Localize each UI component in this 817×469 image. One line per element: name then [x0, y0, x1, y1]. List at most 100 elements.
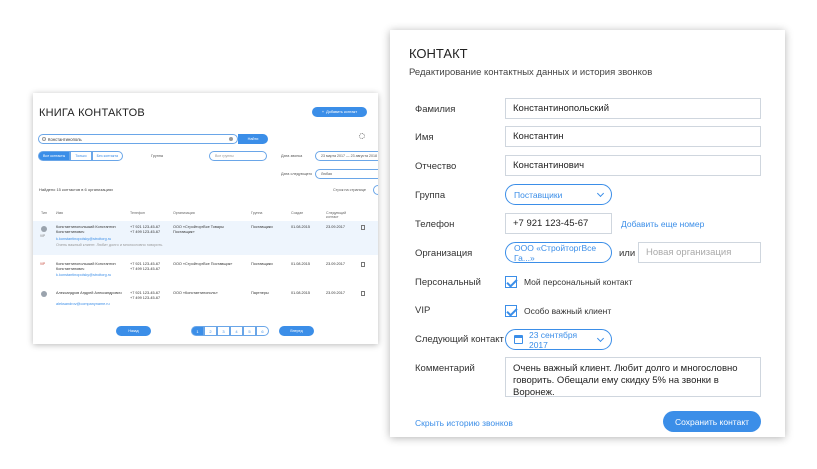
next-contact-date: 23 сентября 2017: [514, 330, 598, 350]
found-count: Найдено 15 контактов в 6 организациях: [39, 187, 114, 192]
row-created: 01.08.2015: [291, 291, 311, 295]
row-name: Константинопольский Константин Константи…: [56, 262, 116, 271]
date-next-label: Дата следующего: [281, 172, 313, 176]
date-next-select[interactable]: Любая: [315, 169, 378, 179]
table-row[interactable]: VIP Константинопольский Константин Конст…: [33, 260, 378, 284]
contact-filter-segments: Все контакты Только Без контакта: [38, 151, 123, 161]
add-contact-button[interactable]: + Добавить контакт: [312, 107, 367, 117]
next-contact-label: Следующий контакт: [415, 334, 504, 345]
page-5[interactable]: 5: [243, 326, 256, 336]
row-org: ООО «СтройторгВсе Товары Поставщик»: [173, 225, 224, 234]
row-org: ООО «Константинополь»: [173, 291, 218, 295]
table-row[interactable]: Александров Андрей Александрович aleksan…: [33, 289, 378, 313]
group-filter-label: Группа: [151, 154, 164, 158]
add-phone-link[interactable]: Добавить еще номер: [621, 219, 704, 229]
gear-icon[interactable]: [359, 133, 365, 139]
row-group: Поставщики: [251, 262, 273, 266]
personal-checkbox[interactable]: [505, 276, 517, 288]
page-1[interactable]: 1: [191, 326, 204, 336]
surname-label: Фамилия: [415, 104, 456, 115]
search-input[interactable]: Константинополь: [38, 134, 238, 144]
phone-label: Телефон: [415, 219, 455, 230]
name-label: Имя: [415, 132, 434, 143]
row-name: Константинопольский Константин Константи…: [56, 225, 116, 234]
segment-only[interactable]: Только: [70, 151, 92, 161]
form-subtitle: Редактирование контактных данных и истор…: [409, 67, 653, 78]
row-next: 23.09.2017: [326, 262, 346, 266]
org-select[interactable]: ООО «СтройторгВсе Га...»: [505, 242, 612, 263]
col-name: Имя: [56, 211, 63, 215]
find-button[interactable]: Найти: [238, 134, 268, 144]
org-label: Организация: [415, 248, 473, 259]
segment-all[interactable]: Все контакты: [38, 151, 71, 161]
row-phone2: +7 499 123-45-67: [130, 230, 161, 234]
date-next-value: Любая: [321, 172, 332, 176]
next-page-button[interactable]: Вперед: [279, 326, 314, 336]
row-created: 01.08.2015: [291, 262, 311, 266]
avatar-icon: [41, 291, 47, 297]
vip-checkbox[interactable]: [505, 305, 517, 317]
personal-checkbox-label: Мой персональный контакт: [524, 277, 633, 287]
group-select[interactable]: Поставщики: [505, 184, 612, 205]
org-value: ООО «СтройторгВсе Га...»: [514, 242, 597, 263]
hide-history-link[interactable]: Скрыть историю звонков: [415, 418, 513, 428]
col-org: Организация: [173, 211, 195, 215]
chevron-down-icon: [596, 189, 605, 197]
group-filter-value: Все группы: [215, 154, 234, 158]
add-contact-label: Добавить контакт: [326, 110, 358, 114]
next-contact-value: 23 сентября 2017: [528, 329, 578, 350]
search-icon: [42, 137, 46, 141]
page-6[interactable]: 6: [256, 326, 269, 336]
comment-field[interactable]: Очень важный клиент. Любит долго и много…: [505, 357, 761, 398]
row-group: Поставщики: [251, 225, 273, 229]
col-created: Создан: [291, 211, 304, 215]
search-value: Константинополь: [48, 136, 82, 142]
date-call-select[interactable]: 23 марта 2017 — 23 августа 2018: [315, 151, 378, 161]
row-name: Александров Андрей Александрович: [56, 291, 122, 295]
trash-icon[interactable]: [361, 225, 365, 230]
row-phone2: +7 499 123-45-67: [130, 267, 161, 271]
per-page-select[interactable]: 10: [373, 185, 378, 195]
avatar-icon: [41, 226, 47, 232]
per-page-label: Строк на странице: [333, 188, 367, 192]
page-2[interactable]: 2: [204, 326, 217, 336]
row-next: 23.09.2017: [326, 225, 346, 229]
surname-field[interactable]: Константинопольский: [505, 98, 761, 119]
or-text: или: [619, 248, 636, 259]
date-call-value: 23 марта 2017 — 23 августа 2018: [321, 154, 377, 158]
clear-search-icon[interactable]: [229, 137, 233, 141]
page-3[interactable]: 3: [217, 326, 230, 336]
group-filter-select[interactable]: Все группы: [209, 151, 267, 161]
row-org: ООО «СтройторгВсе Поставщик»: [173, 262, 233, 266]
col-group: Группа: [251, 211, 263, 215]
table-row[interactable]: VIP Константинопольский Константин Конст…: [33, 221, 378, 255]
date-call-label: Дата звонка: [281, 154, 303, 158]
segment-without[interactable]: Без контакта: [91, 151, 123, 161]
trash-icon[interactable]: [361, 262, 365, 267]
form-title: КОНТАКТ: [409, 46, 468, 61]
row-phone2: +7 499 123-45-67: [130, 296, 161, 300]
save-contact-button[interactable]: Сохранить контакт: [663, 411, 761, 432]
patronymic-field[interactable]: Константинович: [505, 155, 761, 176]
row-created: 01.08.2015: [291, 225, 311, 229]
contact-form-panel: КОНТАКТ Редактирование контактных данных…: [390, 30, 785, 437]
row-email[interactable]: k.konstantinopolsky@stroitorg.ru: [56, 273, 111, 278]
trash-icon[interactable]: [361, 291, 365, 296]
vip-checkbox-label: Особо важный клиент: [524, 306, 612, 316]
contact-book-panel: КНИГА КОНТАКТОВ + Добавить контакт Конст…: [33, 93, 378, 344]
row-group: Партнеры: [251, 291, 269, 295]
prev-page-button[interactable]: Назад: [116, 326, 151, 336]
chevron-down-icon: [596, 334, 605, 342]
row-email[interactable]: k.konstantinopolsky@stroitorg.ru: [56, 237, 111, 242]
page-4[interactable]: 4: [230, 326, 243, 336]
group-label: Группа: [415, 190, 446, 201]
new-org-field[interactable]: Новая организация: [638, 242, 761, 263]
calendar-icon: [514, 335, 523, 344]
next-contact-date-select[interactable]: 23 сентября 2017: [505, 329, 612, 350]
row-type: VIP: [40, 234, 46, 238]
row-note: Очень важный клиент. Любит долго и много…: [56, 243, 164, 247]
row-email[interactable]: aleksandrov@companyname.ru: [56, 302, 110, 307]
pagination: 1 2 3 4 5 6: [191, 326, 269, 336]
phone-field[interactable]: +7 921 123-45-67: [505, 213, 612, 234]
name-field[interactable]: Константин: [505, 126, 761, 147]
